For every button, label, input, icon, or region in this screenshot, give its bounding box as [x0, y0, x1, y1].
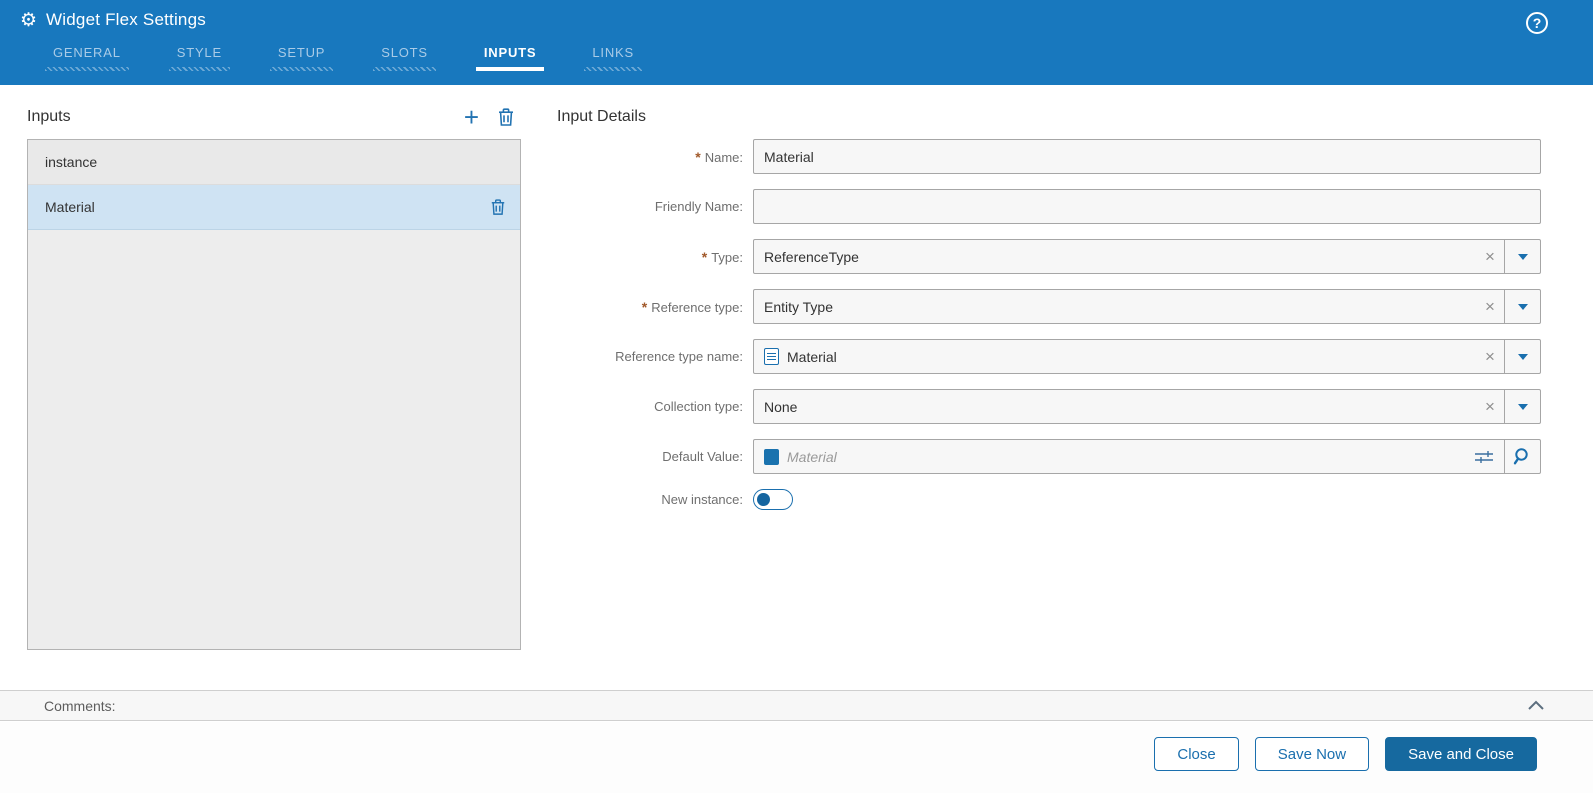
friendly-name-label: Friendly Name: — [557, 199, 753, 214]
clear-icon[interactable]: × — [1476, 290, 1504, 323]
list-item-instance[interactable]: instance — [28, 140, 520, 185]
save-now-button[interactable]: Save Now — [1255, 737, 1369, 771]
required-asterisk: * — [702, 249, 707, 265]
form-row-reference-type: *Reference type: Entity Type × — [557, 289, 1541, 324]
tab-underline — [270, 67, 333, 71]
chevron-down-icon — [1518, 354, 1528, 360]
footer: Close Save Now Save and Close — [0, 722, 1593, 793]
list-item-material[interactable]: Material — [28, 185, 520, 230]
reference-type-name-dropdown-button[interactable] — [1504, 340, 1540, 373]
name-label: *Name: — [557, 149, 753, 165]
name-field-wrap — [753, 139, 1541, 174]
reference-type-dropdown-button[interactable] — [1504, 290, 1540, 323]
form-row-default-value: Default Value: Material — [557, 439, 1541, 474]
trash-icon — [490, 198, 506, 216]
required-asterisk: * — [642, 299, 647, 315]
collection-type-combobox[interactable]: None × — [753, 389, 1541, 424]
default-value-field[interactable]: Material — [753, 439, 1541, 474]
required-asterisk: * — [695, 149, 700, 165]
type-label: *Type: — [557, 249, 753, 265]
comments-bar: Comments: — [0, 690, 1593, 721]
form-row-name: *Name: — [557, 139, 1541, 174]
new-instance-toggle[interactable] — [753, 489, 793, 510]
inputs-panel-title: Inputs — [27, 108, 71, 126]
tab-inputs[interactable]: INPUTS — [476, 43, 544, 71]
search-entity-button[interactable] — [1504, 440, 1540, 473]
sliders-icon — [1474, 448, 1494, 466]
comments-label: Comments: — [44, 698, 116, 714]
form-row-reference-type-name: Reference type name: Material × — [557, 339, 1541, 374]
tab-underline — [476, 67, 544, 71]
reference-type-name-value: Material — [787, 349, 837, 365]
reference-type-combobox[interactable]: Entity Type × — [753, 289, 1541, 324]
delete-inputs-button[interactable] — [497, 107, 515, 127]
tab-underline — [373, 67, 436, 71]
inputs-list: instance Material — [27, 139, 521, 650]
collection-type-value: None — [754, 390, 1476, 423]
entity-marker-icon — [764, 449, 779, 465]
add-input-button[interactable]: + — [464, 107, 479, 127]
tab-style[interactable]: STYLE — [169, 43, 230, 71]
comments-collapse-button[interactable] — [1527, 700, 1545, 711]
toggle-knob — [757, 493, 770, 506]
tab-setup[interactable]: SETUP — [270, 43, 333, 71]
form-row-friendly-name: Friendly Name: — [557, 189, 1541, 224]
collection-type-label: Collection type: — [557, 399, 753, 414]
search-icon — [1513, 447, 1532, 466]
delete-row-button[interactable] — [490, 198, 506, 216]
clear-icon[interactable]: × — [1476, 390, 1504, 423]
clear-icon[interactable]: × — [1476, 340, 1504, 373]
title-row: ⚙ Widget Flex Settings — [0, 0, 1593, 40]
clear-icon[interactable]: × — [1476, 240, 1504, 273]
tab-underline — [584, 67, 642, 71]
collection-type-dropdown-button[interactable] — [1504, 390, 1540, 423]
reference-type-label: *Reference type: — [557, 299, 753, 315]
tab-underline — [45, 67, 129, 71]
default-value-label: Default Value: — [557, 449, 753, 464]
entity-type-icon — [764, 348, 779, 365]
form-row-collection-type: Collection type: None × — [557, 389, 1541, 424]
form-row-type: *Type: ReferenceType × — [557, 239, 1541, 274]
reference-type-name-label: Reference type name: — [557, 349, 753, 364]
inputs-panel: Inputs + instance Material — [27, 95, 521, 650]
default-value-placeholder: Material — [787, 449, 837, 465]
input-details-title: Input Details — [557, 95, 1541, 139]
footer-buttons: Close Save Now Save and Close — [1154, 737, 1537, 771]
plus-icon: + — [464, 107, 479, 127]
chevron-down-icon — [1518, 404, 1528, 410]
reference-type-value: Entity Type — [754, 290, 1476, 323]
chevron-down-icon — [1518, 304, 1528, 310]
chevron-down-icon — [1518, 254, 1528, 260]
dialog-header: ⚙ Widget Flex Settings ? GENERAL STYLE S… — [0, 0, 1593, 85]
close-button[interactable]: Close — [1154, 737, 1238, 771]
type-value: ReferenceType — [754, 240, 1476, 273]
list-item-label: instance — [45, 154, 97, 170]
tab-slots[interactable]: SLOTS — [373, 43, 436, 71]
friendly-name-field-wrap — [753, 189, 1541, 224]
trash-icon — [497, 107, 515, 127]
list-item-label: Material — [45, 199, 95, 215]
help-icon[interactable]: ? — [1526, 12, 1548, 34]
type-dropdown-button[interactable] — [1504, 240, 1540, 273]
form-row-new-instance: New instance: — [557, 489, 1541, 510]
friendly-name-input[interactable] — [754, 190, 1540, 223]
new-instance-label: New instance: — [557, 492, 753, 507]
tab-general[interactable]: GENERAL — [45, 43, 129, 71]
tab-links[interactable]: LINKS — [584, 43, 642, 71]
chevron-up-icon — [1527, 700, 1545, 711]
inputs-panel-actions: + — [464, 107, 521, 127]
filter-config-button[interactable] — [1464, 440, 1504, 473]
input-details-section: Input Details *Name: Friendly Name: *Typ… — [557, 95, 1541, 525]
reference-type-name-combobox[interactable]: Material × — [753, 339, 1541, 374]
inputs-panel-header: Inputs + — [27, 95, 521, 139]
name-input[interactable] — [754, 140, 1540, 173]
page-title: Widget Flex Settings — [46, 10, 206, 30]
tab-underline — [169, 67, 230, 71]
tab-bar: GENERAL STYLE SETUP SLOTS INPUTS LINKS — [0, 43, 1593, 71]
gear-icon: ⚙ — [20, 11, 37, 30]
save-and-close-button[interactable]: Save and Close — [1385, 737, 1537, 771]
type-combobox[interactable]: ReferenceType × — [753, 239, 1541, 274]
